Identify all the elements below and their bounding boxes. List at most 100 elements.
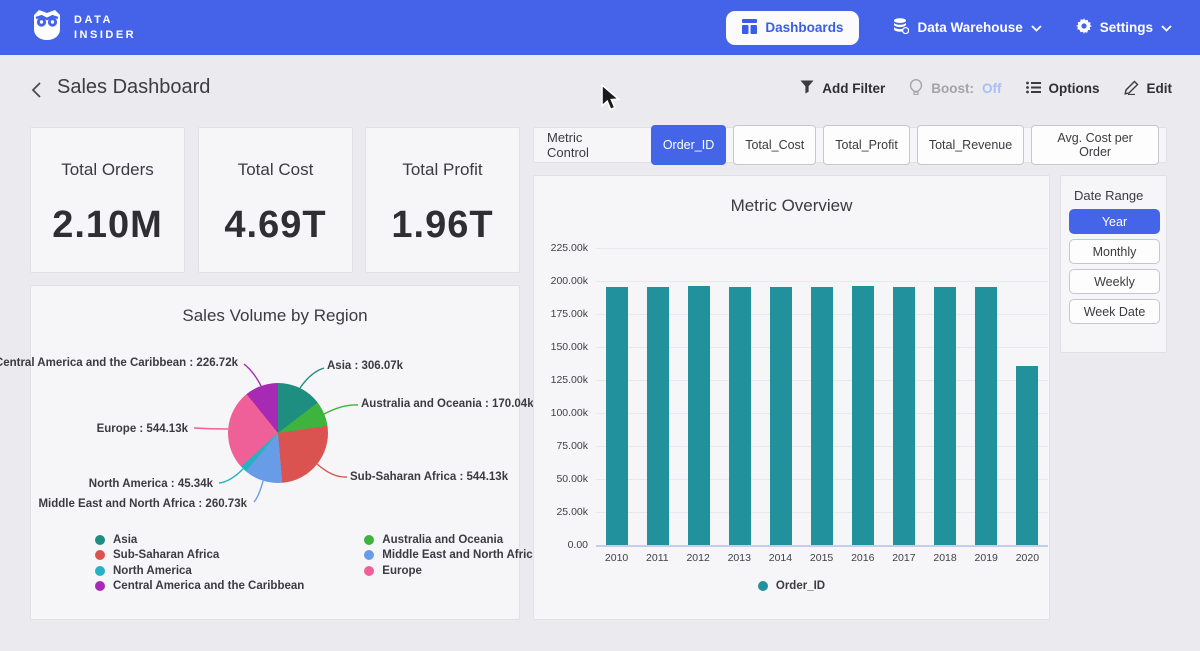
- kpi-value: 1.96T: [366, 204, 519, 247]
- pie-label-central-america-caribbean: Central America and the Caribbean : 226.…: [0, 357, 238, 369]
- back-button[interactable]: [26, 79, 48, 101]
- boost-balloon-icon: [909, 79, 923, 98]
- x-tick-label: 2014: [769, 552, 792, 564]
- edit-button[interactable]: Edit: [1124, 80, 1173, 98]
- boost-status: Off: [982, 81, 1002, 96]
- y-tick-label: 100.00k: [538, 407, 588, 419]
- date-range-option-monthly[interactable]: Monthly: [1069, 239, 1160, 264]
- y-tick-label: 200.00k: [538, 275, 588, 287]
- bar-2018[interactable]: [934, 287, 956, 545]
- brand-logo[interactable]: DATAINSIDER: [30, 9, 136, 46]
- metric-control-label: Metric Control: [547, 130, 627, 160]
- boost-toggle[interactable]: Boost: Off: [909, 79, 1001, 98]
- metric-option-total-revenue[interactable]: Total_Revenue: [917, 125, 1024, 165]
- bar-2017[interactable]: [893, 287, 915, 545]
- nav-item-settings[interactable]: Settings: [1076, 18, 1172, 37]
- legend-series-name: Order_ID: [776, 580, 825, 592]
- date-range-option-week-date[interactable]: Week Date: [1069, 299, 1160, 324]
- nav-actions: Dashboards Data Warehouse Settings: [726, 0, 1172, 55]
- bars-container: [596, 248, 1048, 545]
- metric-option-avg-cost-per-order[interactable]: Avg. Cost per Order: [1031, 125, 1159, 165]
- bar-2013[interactable]: [729, 287, 751, 545]
- kpi-value: 4.69T: [199, 204, 352, 247]
- date-range-label: Date Range: [1074, 188, 1143, 203]
- bar-2020[interactable]: [1016, 366, 1038, 545]
- bar-2012[interactable]: [688, 286, 710, 546]
- y-tick-label: 125.00k: [538, 374, 588, 386]
- pie-chart[interactable]: [228, 383, 328, 483]
- bar-2019[interactable]: [975, 287, 997, 546]
- legend-item: Central America and the Caribbean: [95, 579, 304, 595]
- filter-funnel-icon: [800, 80, 814, 97]
- bar-2014[interactable]: [770, 287, 792, 545]
- chevron-down-icon: [1161, 20, 1172, 35]
- date-range-option-year[interactable]: Year: [1069, 209, 1160, 234]
- kpi-label: Total Profit: [366, 160, 519, 180]
- x-tick-label: 2012: [686, 552, 709, 564]
- y-tick-label: 150.00k: [538, 341, 588, 353]
- legend-item: Asia: [95, 532, 304, 548]
- legend-dot: [95, 566, 105, 576]
- add-filter-button[interactable]: Add Filter: [800, 80, 885, 97]
- options-button[interactable]: Options: [1026, 81, 1100, 97]
- metric-option-order-id[interactable]: Order_ID: [651, 125, 726, 165]
- date-range-panel: Date Range Year Monthly Weekly Week Date: [1060, 175, 1167, 353]
- bar-2015[interactable]: [811, 287, 833, 545]
- page-header: Sales Dashboard Add Filter Boost: Off Op…: [0, 55, 1200, 127]
- x-tick-label: 2010: [605, 552, 628, 564]
- owl-logo-icon: [30, 9, 64, 46]
- dashboards-grid-icon: [742, 19, 757, 37]
- legend-dot: [95, 581, 105, 591]
- legend-item: Sub-Saharan Africa: [95, 548, 304, 564]
- x-tick-label: 2013: [728, 552, 751, 564]
- bar-2011[interactable]: [647, 287, 669, 545]
- kpi-card-total-orders: Total Orders 2.10M: [30, 127, 185, 273]
- nav-item-data-warehouse[interactable]: Data Warehouse: [893, 18, 1041, 37]
- kpi-label: Total Cost: [199, 160, 352, 180]
- pie-chart-title: Sales Volume by Region: [31, 306, 519, 326]
- pie-label-north-america: North America : 45.34k: [89, 478, 213, 490]
- gear-icon: [1076, 18, 1092, 37]
- bar-chart-plot: [596, 248, 1048, 545]
- brand-name: DATAINSIDER: [74, 13, 136, 43]
- chevron-down-icon: [1031, 20, 1042, 35]
- database-icon: [893, 18, 909, 37]
- y-tick-label: 50.00k: [538, 473, 588, 485]
- bar-2010[interactable]: [606, 287, 628, 546]
- date-range-option-weekly[interactable]: Weekly: [1069, 269, 1160, 294]
- list-options-icon: [1026, 81, 1041, 97]
- legend-item: North America: [95, 563, 304, 579]
- x-axis-labels: 2010 2011 2012 2013 2014 2015 2016 2017 2018 2019…: [596, 552, 1048, 564]
- x-tick-label: 2018: [933, 552, 956, 564]
- legend-dot: [758, 581, 768, 591]
- top-navbar: DATAINSIDER Dashboards Data Warehouse: [0, 0, 1200, 55]
- pie-label-australia-oceania: Australia and Oceania : 170.04k: [361, 398, 534, 410]
- pie-label-sub-saharan-africa: Sub-Saharan Africa : 544.13k: [350, 471, 508, 483]
- x-tick-label: 2015: [810, 552, 833, 564]
- date-range-buttons: Year Monthly Weekly Week Date: [1069, 209, 1160, 324]
- kpi-card-total-profit: Total Profit 1.96T: [365, 127, 520, 273]
- kpi-value: 2.10M: [31, 204, 184, 247]
- sales-dashboard-app: DATAINSIDER Dashboards Data Warehouse: [0, 0, 1200, 651]
- sales-volume-panel: Sales Volume by Region Asia : 306.07k Au…: [30, 285, 520, 620]
- legend-dot: [364, 535, 374, 545]
- metric-option-total-cost[interactable]: Total_Cost: [733, 125, 816, 165]
- x-tick-label: 2016: [851, 552, 874, 564]
- metric-option-total-profit[interactable]: Total_Profit: [823, 125, 910, 165]
- y-tick-label: 25.00k: [538, 506, 588, 518]
- metric-overview-panel: Metric Overview 225.00k200.00k175.00k150…: [533, 175, 1050, 620]
- pie-legend: AsiaSub-Saharan AfricaNorth AmericaCentr…: [95, 532, 539, 594]
- header-actions: Add Filter Boost: Off Options Edit: [800, 79, 1172, 98]
- y-tick-label: 225.00k: [538, 242, 588, 254]
- y-tick-label: 175.00k: [538, 308, 588, 320]
- x-tick-label: 2011: [646, 552, 669, 564]
- gridline: [596, 545, 1048, 547]
- legend-dot: [95, 535, 105, 545]
- bar-chart-legend: Order_ID: [534, 580, 1049, 592]
- x-tick-label: 2017: [892, 552, 915, 564]
- dashboards-button[interactable]: Dashboards: [726, 11, 859, 45]
- x-tick-label: 2019: [975, 552, 998, 564]
- bar-2016[interactable]: [852, 286, 874, 545]
- pencil-icon: [1124, 80, 1139, 98]
- x-tick-label: 2020: [1016, 552, 1039, 564]
